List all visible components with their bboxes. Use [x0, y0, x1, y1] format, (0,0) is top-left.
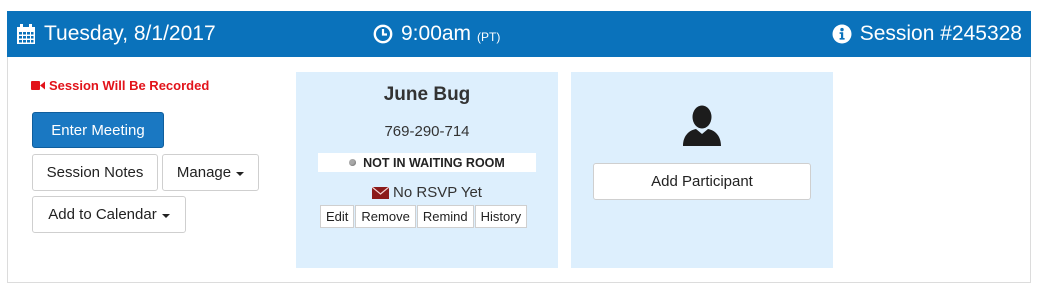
session-date: Tuesday, 8/1/2017 — [16, 11, 216, 57]
waiting-room-status-text: NOT IN WAITING ROOM — [363, 155, 505, 170]
add-participant-button[interactable]: Add Participant — [593, 163, 811, 200]
session-date-text: Tuesday, 8/1/2017 — [44, 22, 216, 45]
caret-down-icon — [161, 213, 170, 218]
recording-notice-text: Session Will Be Recorded — [49, 78, 210, 93]
add-to-calendar-button[interactable]: Add to Calendar — [32, 196, 186, 233]
video-camera-icon — [31, 81, 45, 90]
user-silhouette-icon — [681, 104, 723, 151]
rsvp-status: No RSVP Yet — [296, 184, 558, 201]
session-timezone: (PT) — [477, 29, 501, 44]
session-time: 9:00am (PT) — [373, 11, 500, 57]
caret-down-icon — [236, 171, 245, 176]
envelope-icon — [372, 186, 390, 199]
session-notes-button[interactable]: Session Notes — [32, 154, 158, 191]
enter-meeting-label: Enter Meeting — [51, 121, 145, 139]
participant-actions: Edit Remove Remind History — [320, 205, 528, 228]
calendar-icon — [16, 23, 36, 45]
participant-card: June Bug 769-290-714 NOT IN WAITING ROOM… — [296, 72, 558, 268]
participant-name: June Bug — [383, 84, 471, 105]
session-time-text: 9:00am — [401, 22, 472, 45]
rsvp-status-text: No RSVP Yet — [393, 184, 482, 201]
recording-notice: Session Will Be Recorded — [31, 78, 209, 93]
manage-label: Manage — [176, 164, 232, 181]
participant-phone: 769-290-714 — [384, 123, 470, 140]
enter-meeting-button[interactable]: Enter Meeting — [32, 112, 164, 148]
info-circle-icon — [832, 24, 852, 44]
session-number: Session #245328 — [832, 11, 1022, 57]
session-notes-label: Session Notes — [46, 164, 144, 181]
waiting-room-status: NOT IN WAITING ROOM — [318, 153, 536, 172]
remind-participant-button[interactable]: Remind — [416, 205, 474, 228]
session-header: Tuesday, 8/1/2017 9:00am (PT) Session #2… — [7, 11, 1031, 57]
manage-dropdown-button[interactable]: Manage — [162, 154, 259, 191]
session-number-text: Session #245328 — [859, 22, 1022, 45]
status-dot-icon — [349, 159, 357, 166]
add-participant-label: Add Participant — [651, 173, 753, 190]
participant-history-button[interactable]: History — [474, 205, 528, 228]
clock-icon — [373, 24, 393, 44]
edit-participant-button[interactable]: Edit — [320, 205, 355, 228]
add-to-calendar-label: Add to Calendar — [48, 206, 157, 223]
remove-participant-button[interactable]: Remove — [355, 205, 416, 228]
add-participant-card: Add Participant — [571, 72, 833, 268]
